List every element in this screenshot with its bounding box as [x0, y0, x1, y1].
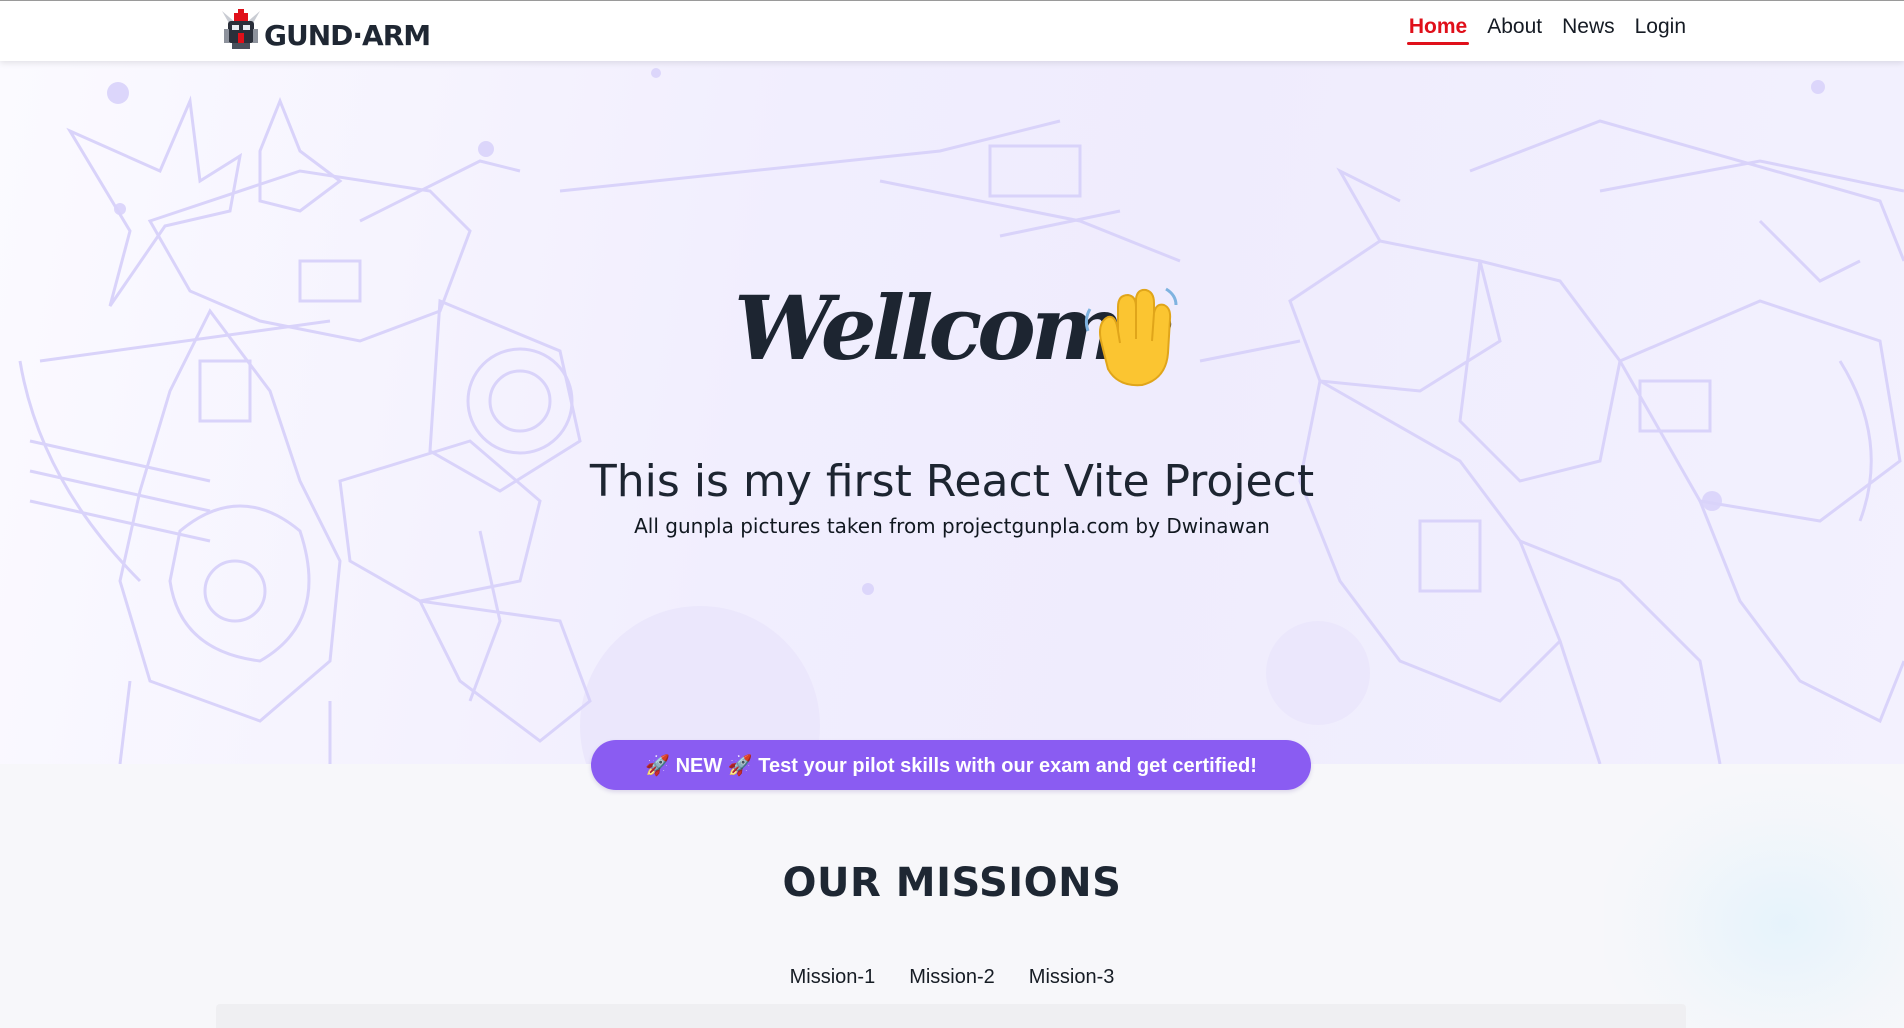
logo-text: GUND·ARM [264, 18, 431, 52]
tab-mission-3[interactable]: Mission-3 [1029, 966, 1115, 989]
brand-logo[interactable]: GUND·ARM [214, 7, 431, 55]
gundam-head-icon [222, 9, 260, 49]
hero-subtitle: This is my first React Vite Project [589, 456, 1315, 507]
nav-login[interactable]: Login [1635, 15, 1686, 45]
hero-section: Wellcome This is my first React Vite Pro… [0, 61, 1904, 764]
missions-title: OUR MISSIONS [782, 860, 1122, 906]
main-nav: Home About News Login [1406, 15, 1686, 45]
tab-mission-2[interactable]: Mission-2 [909, 966, 995, 989]
gunpla-line-art-background [18, 68, 1904, 764]
tab-mission-1[interactable]: Mission-1 [790, 966, 876, 989]
nav-home[interactable]: Home [1406, 15, 1470, 45]
page-scrollbar[interactable] [1896, 0, 1904, 1028]
nav-news[interactable]: News [1562, 15, 1615, 45]
mission-content-panel [216, 1004, 1686, 1028]
hero-credit: All gunpla pictures taken from projectgu… [634, 514, 1270, 538]
missions-tabs: Mission-1 Mission-2 Mission-3 [0, 966, 1904, 989]
page: GUND·ARM Home About News Login Wellcome … [0, 0, 1904, 1028]
waving-hand-icon [1084, 287, 1178, 387]
certification-exam-button[interactable]: 🚀 NEW 🚀 Test your pilot skills with our … [591, 740, 1311, 790]
nav-about[interactable]: About [1487, 15, 1542, 45]
navbar: GUND·ARM Home About News Login [0, 0, 1904, 61]
welcome-heading: Wellcome [734, 276, 1175, 380]
